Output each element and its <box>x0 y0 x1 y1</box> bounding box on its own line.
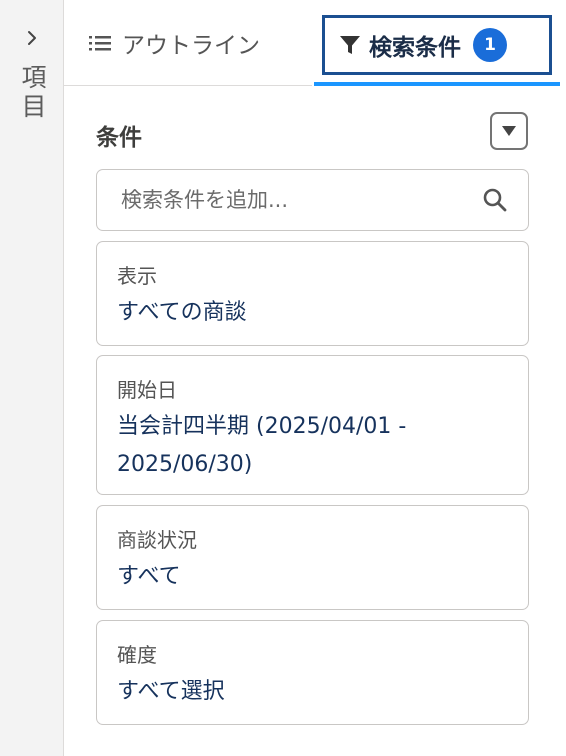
rail-label: 項目 <box>18 64 47 122</box>
panel-tabs: アウトライン 検索条件 1 <box>64 0 566 86</box>
add-condition-search[interactable] <box>96 169 529 231</box>
list-icon <box>89 35 111 50</box>
tab-outline[interactable]: アウトライン <box>64 0 312 86</box>
filter-label: 商談状況 <box>117 528 197 552</box>
fields-rail[interactable]: 項目 <box>0 0 64 756</box>
active-tab-indicator <box>314 82 560 86</box>
tab-search-conditions[interactable]: 検索条件 1 <box>314 0 566 86</box>
filter-value: 当会計四半期 (2025/04/01 - 2025/06/30) <box>117 414 407 477</box>
filter-value: すべて <box>117 564 181 589</box>
chevron-right-icon[interactable] <box>24 30 40 46</box>
add-condition-input[interactable] <box>121 188 482 212</box>
filter-label: 表示 <box>117 264 157 288</box>
tab-search-label: 検索条件 <box>369 35 461 61</box>
filter-card-stage[interactable]: 商談状況 すべて <box>96 505 529 610</box>
filter-panel: 項目 アウトライン 検索条件 1 条件 検索条件を追加... 表示 すべての商談… <box>0 0 566 756</box>
filter-icon <box>340 36 360 54</box>
filter-value: すべて選択 <box>117 679 225 704</box>
filter-label: 確度 <box>117 643 157 667</box>
caret-down-icon <box>502 126 516 136</box>
filter-value: すべての商談 <box>117 300 247 325</box>
filter-card-display[interactable]: 表示 すべての商談 <box>96 241 529 346</box>
search-icon[interactable] <box>482 187 508 213</box>
conditions-header: 条件 <box>96 125 142 151</box>
filter-card-probability[interactable]: 確度 すべて選択 <box>96 620 529 725</box>
active-tab-focus-frame: 検索条件 1 <box>322 15 552 75</box>
filter-card-start-date[interactable]: 開始日 当会計四半期 (2025/04/01 - 2025/06/30) <box>96 355 529 495</box>
filter-label: 開始日 <box>117 378 177 402</box>
tab-outline-label: アウトライン <box>122 32 260 59</box>
filter-count-badge: 1 <box>473 28 507 62</box>
conditions-menu-button[interactable] <box>490 112 528 150</box>
